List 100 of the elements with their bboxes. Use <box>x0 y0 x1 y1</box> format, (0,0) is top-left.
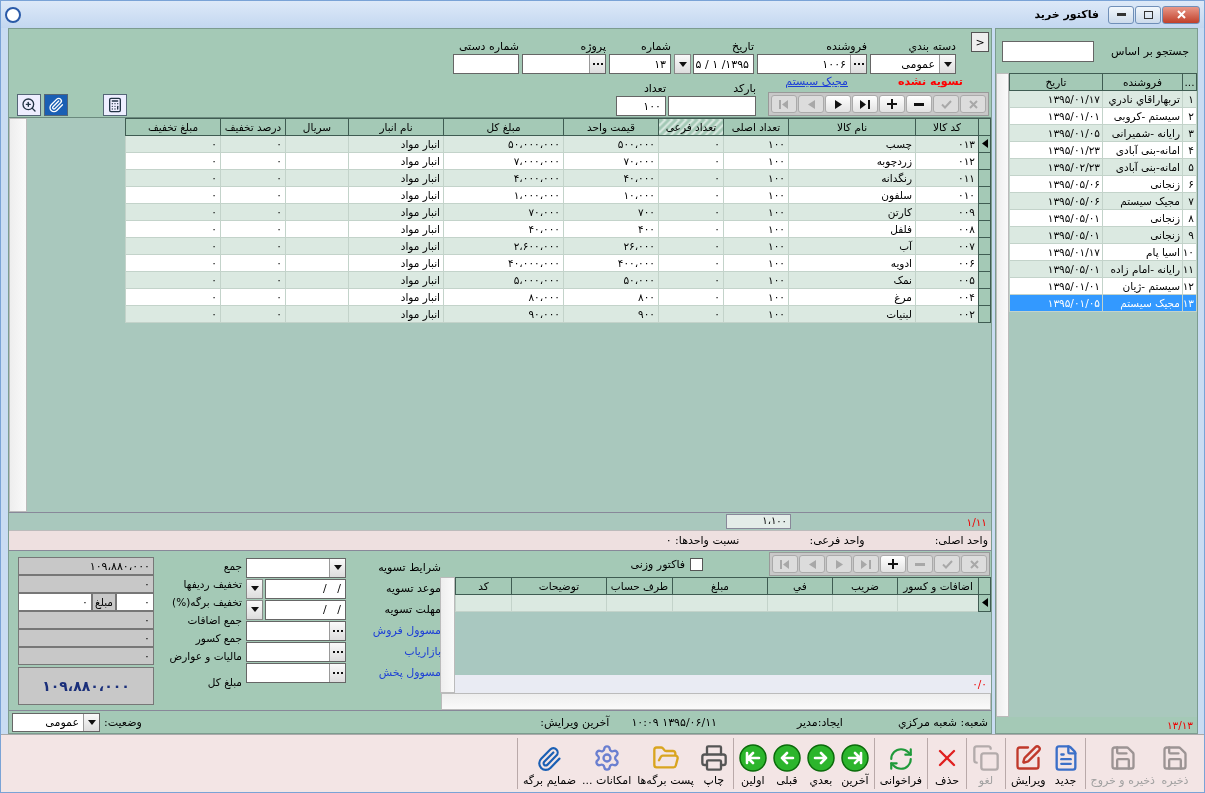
checkbox[interactable] <box>690 557 703 571</box>
quantity-field[interactable]: ۱۰۰ <box>616 96 666 116</box>
next-button[interactable]: بعدي <box>803 738 838 789</box>
list-row[interactable]: ۲ سیستم -کروبی ۱۳۹۵/۰۱/۰۱ <box>1009 107 1197 125</box>
minimize-button[interactable] <box>1108 5 1134 24</box>
record-position: ۱/۱۱ <box>965 515 988 528</box>
browse-button[interactable] <box>589 55 605 73</box>
vertical-scrollbar[interactable] <box>440 577 455 693</box>
arrow-circle-icon <box>806 744 835 772</box>
list-row[interactable]: ۵ امانه-بنی آبادی ۱۳۹۵/۰۲/۲۳ <box>1009 158 1197 176</box>
list-row[interactable]: ۱۰ اسیا پام ۱۳۹۵/۰۱/۱۷ <box>1009 243 1197 261</box>
list-row[interactable]: ۳ رایانه -شمیرانی ۱۳۹۵/۰۱/۰۵ <box>1009 124 1197 142</box>
last-button[interactable] <box>852 95 878 113</box>
list-row[interactable]: ۱۲ سیستم -ژیان ۱۳۹۵/۰۱/۰۱ <box>1009 277 1197 295</box>
combo-box[interactable] <box>246 557 346 578</box>
dropdown-button[interactable] <box>83 713 99 731</box>
column-header: تعداد اصلی <box>723 118 789 136</box>
date-field[interactable]: / / <box>265 599 346 620</box>
list-row[interactable]: ۶ زنجانی ۱۳۹۵/۰۵/۰۶ <box>1009 175 1197 193</box>
caret-icon <box>333 565 342 570</box>
percent-field[interactable]: ۰ <box>116 593 154 611</box>
column-header: قیمت واحد <box>563 118 659 136</box>
calculator-button[interactable] <box>103 94 127 116</box>
attach-button[interactable] <box>44 94 68 116</box>
browse-button[interactable] <box>329 642 345 661</box>
plus-icon <box>888 559 898 569</box>
attachments-button[interactable]: ضمایم برگه <box>519 738 580 789</box>
remove-button[interactable] <box>906 95 932 113</box>
field-label: پروژه <box>579 39 606 54</box>
new-button[interactable]: جدید <box>1048 738 1083 789</box>
add-button[interactable] <box>879 95 905 113</box>
x-icon <box>968 99 978 109</box>
input-field[interactable] <box>453 54 519 74</box>
column-header: مبلغ تخفیف <box>125 118 221 136</box>
list-row[interactable]: ۱ تربهاراقاي نادري ۱۳۹۵/۰۱/۱۷ <box>1009 90 1197 108</box>
unit-ratio-label: نسبت واحدها: ۰ <box>665 534 740 547</box>
browse-button[interactable] <box>329 621 345 640</box>
field-link[interactable]: بازاریاب <box>346 644 441 659</box>
skip-first-icon <box>780 559 790 569</box>
combo-box[interactable]: عمومی <box>12 712 100 732</box>
horizontal-scrollbar[interactable] <box>441 693 991 710</box>
list-row[interactable]: ۹ زنجانی ۱۳۹۵/۰۵/۰۱ <box>1009 226 1197 244</box>
quantity-total: ۱،۱۰۰ <box>726 514 791 529</box>
post-button[interactable]: پست برگه‌ها <box>634 738 697 789</box>
options-button[interactable]: امکانات ... <box>579 738 635 789</box>
list-row[interactable]: ۱۱ رایانه -امام زاده ۱۳۹۵/۰۵/۰۱ <box>1009 260 1197 278</box>
add-button[interactable] <box>880 555 906 573</box>
delete-button[interactable]: حذف <box>929 738 964 789</box>
column-header: نام کالا <box>788 118 916 136</box>
ellipsis-icon <box>332 629 343 632</box>
list-row[interactable]: ۷ مجیک سیستم ۱۳۹۵/۰۵/۰۶ <box>1009 192 1197 210</box>
last-button[interactable]: آخرین <box>837 738 872 789</box>
left-triangle-icon <box>808 559 816 569</box>
zoom-button[interactable] <box>17 94 41 116</box>
grand-total: ۱۰۹،۸۸۰،۰۰۰ <box>18 667 154 705</box>
dropdown-button[interactable] <box>329 558 345 577</box>
skip-last-icon <box>861 559 871 569</box>
plus-icon <box>887 99 897 109</box>
column-header: طرف حساب <box>606 577 673 595</box>
vertical-scrollbar[interactable] <box>9 118 27 512</box>
combo-box[interactable]: عمومی <box>870 54 956 74</box>
input-field[interactable]: ۱۳ <box>609 54 671 74</box>
barcode-field[interactable] <box>668 96 756 116</box>
list-row[interactable]: ۸ زنجانی ۱۳۹۵/۰۵/۰۱ <box>1009 209 1197 227</box>
browse-button[interactable] <box>850 55 866 73</box>
total-label: تخفیف برگه(%) <box>171 595 243 611</box>
print-button[interactable]: چاپ <box>696 738 731 789</box>
minimize-icon <box>1116 13 1126 16</box>
dropdown-button[interactable] <box>246 599 263 620</box>
search-field[interactable] <box>1002 40 1094 62</box>
caret-icon <box>943 61 952 67</box>
date-field[interactable]: / / <box>265 578 346 599</box>
field-link[interactable]: مسوول فروش <box>346 623 441 638</box>
field-label: شماره دستی <box>457 39 519 54</box>
column-header: مبلغ کل <box>443 118 564 136</box>
date-field[interactable]: ۱۳۹۵/ ۱ / ۵ <box>693 54 754 74</box>
lookup-field[interactable] <box>246 641 346 662</box>
recall-button[interactable]: فراخوانی <box>876 738 925 789</box>
amount-field[interactable]: ۰ <box>18 593 92 611</box>
collapse-button[interactable]: < <box>971 32 989 52</box>
previous-button[interactable]: قبلی <box>769 738 804 789</box>
maximize-button[interactable] <box>1135 5 1161 24</box>
lookup-field[interactable] <box>522 54 606 74</box>
browse-button[interactable] <box>329 663 345 682</box>
edit-button[interactable]: ویرایش <box>1007 738 1049 789</box>
lookup-field[interactable]: ۱۰۰۶ <box>757 54 867 74</box>
list-row[interactable]: ۴ امانه-بنی آبادی ۱۳۹۵/۰۱/۲۳ <box>1009 141 1197 159</box>
lookup-field[interactable] <box>246 662 346 683</box>
first-button[interactable]: اولین <box>735 738 770 789</box>
check-icon <box>941 559 953 569</box>
field-link[interactable]: مسوول پخش <box>346 665 441 680</box>
next-button[interactable] <box>825 95 851 113</box>
column-header: کد کالا <box>915 118 979 136</box>
lookup-field[interactable] <box>246 620 346 641</box>
vertical-scrollbar[interactable] <box>996 73 1009 717</box>
close-button[interactable] <box>1162 5 1200 24</box>
dropdown-button[interactable] <box>674 54 691 74</box>
dropdown-button[interactable] <box>246 578 263 599</box>
dropdown-button[interactable] <box>939 55 955 73</box>
seller-link[interactable]: مجیک سیستم <box>785 75 848 88</box>
